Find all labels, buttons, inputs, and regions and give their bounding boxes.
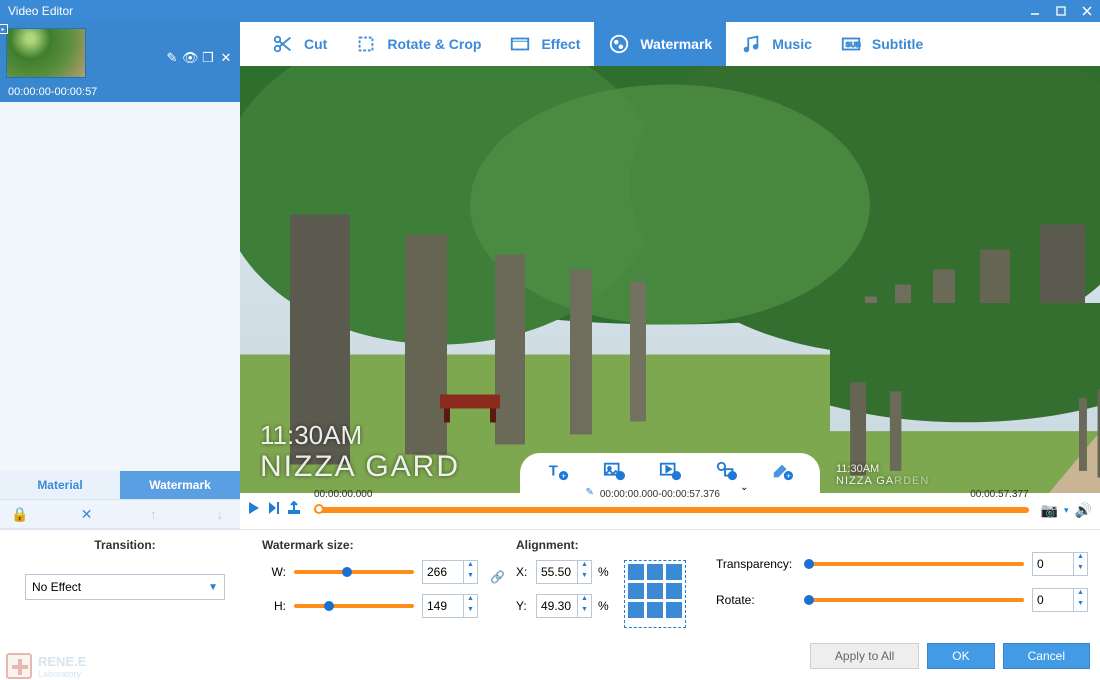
- svg-text:+: +: [618, 471, 623, 480]
- link-wh-icon[interactable]: 🔗: [490, 570, 505, 584]
- tool-tabs: Cut Rotate & Crop Effect Watermark Music…: [240, 22, 1100, 66]
- add-text-icon[interactable]: T+: [547, 460, 569, 487]
- x-input[interactable]: ▲▼: [536, 560, 592, 584]
- rotate-slider[interactable]: [804, 598, 1024, 602]
- svg-text:+: +: [786, 471, 791, 480]
- scissors-icon: [272, 33, 294, 55]
- clip-time: 00:00:00-00:00:57: [8, 86, 97, 98]
- time-start: 00:00:00.000: [314, 489, 372, 500]
- cancel-button[interactable]: Cancel: [1003, 643, 1090, 669]
- w-slider[interactable]: [294, 570, 414, 574]
- w-label: W:: [262, 565, 286, 579]
- timeline: 00:00:00.000 ✎ 00:00:00.000-00:00:57.376…: [240, 493, 1100, 529]
- minimize-button[interactable]: [1022, 0, 1048, 22]
- time-track[interactable]: 00:00:00.000 ✎ 00:00:00.000-00:00:57.376…: [314, 501, 1029, 519]
- add-remove-icon[interactable]: +: [771, 460, 793, 487]
- add-shape-icon[interactable]: +: [715, 460, 737, 487]
- time-range: 00:00:00.000-00:00:57.376: [600, 489, 720, 500]
- preview-icon[interactable]: 👁: [182, 50, 198, 66]
- form-area: Transition: No Effect ▼ Watermark size: …: [0, 529, 1100, 679]
- wm-line1: 11:30AM: [260, 421, 460, 450]
- volume-icon[interactable]: 🔊: [1075, 502, 1092, 519]
- left-panel: ▸ ✎ 👁 ❐ ✕ 00:00:00-00:00:57 Material Wat…: [0, 22, 240, 529]
- duplicate-icon[interactable]: ❐: [200, 50, 216, 66]
- clip-thumb: [6, 28, 86, 78]
- apply-all-button[interactable]: Apply to All: [810, 643, 919, 669]
- svg-text:+: +: [730, 471, 735, 480]
- watermark-preview[interactable]: 11:30AM NIZZA GARD: [260, 421, 460, 483]
- snapshot-chevron-icon[interactable]: ▾: [1064, 505, 1069, 516]
- tab-cut[interactable]: Cut: [258, 22, 341, 66]
- clip-item[interactable]: ▸ ✎ 👁 ❐ ✕ 00:00:00-00:00:57: [0, 22, 240, 102]
- lock-icon[interactable]: 🔒: [10, 506, 30, 523]
- transparency-label: Transparency:: [716, 557, 796, 571]
- svg-text:+: +: [561, 471, 566, 480]
- transparency-input[interactable]: ▲▼: [1032, 552, 1088, 576]
- playhead[interactable]: [314, 504, 324, 514]
- move-down-icon[interactable]: ↓: [210, 506, 230, 522]
- tab-rotate[interactable]: Rotate & Crop: [341, 22, 495, 66]
- left-tabs: Material Watermark: [0, 471, 240, 499]
- tab-music[interactable]: Music: [726, 22, 826, 66]
- w-input[interactable]: ▲▼: [422, 560, 478, 584]
- window-title: Video Editor: [8, 4, 73, 18]
- tab-watermark-side[interactable]: Watermark: [120, 471, 240, 499]
- transition-select[interactable]: No Effect ▼: [25, 574, 225, 600]
- tab-watermark[interactable]: Watermark: [594, 22, 726, 66]
- titlebar: Video Editor: [0, 0, 1100, 22]
- play-button[interactable]: [246, 500, 262, 521]
- tab-subtitle[interactable]: SUB Subtitle: [826, 22, 937, 66]
- transition-label: Transition:: [12, 538, 238, 552]
- wm-line2: NIZZA GARD: [260, 450, 460, 483]
- close-button[interactable]: [1074, 0, 1100, 22]
- edit-range-icon[interactable]: ✎: [586, 487, 594, 498]
- transparency-slider[interactable]: [804, 562, 1024, 566]
- move-up-icon[interactable]: ↑: [143, 506, 163, 522]
- button-bar: Apply to All OK Cancel: [810, 643, 1090, 669]
- brand-logo: RENE.ELaboratory: [6, 653, 86, 679]
- ok-button[interactable]: OK: [927, 643, 994, 669]
- play-hint-icon: ▸: [0, 24, 8, 34]
- export-icon[interactable]: [286, 500, 302, 521]
- size-label: Watermark size:: [262, 538, 478, 552]
- remove-icon[interactable]: ✕: [218, 50, 234, 66]
- maximize-button[interactable]: [1048, 0, 1074, 22]
- add-video-icon[interactable]: +: [659, 460, 681, 487]
- edit-icon[interactable]: ✎: [164, 50, 180, 66]
- collapse-chevron-icon[interactable]: ⌄: [740, 482, 748, 493]
- time-end: 00:00:57.377: [970, 489, 1028, 500]
- left-icon-row: 🔒 ✕ ↑ ↓: [0, 499, 240, 529]
- h-slider[interactable]: [294, 604, 414, 608]
- step-button[interactable]: [266, 500, 282, 521]
- svg-text:T: T: [549, 463, 558, 479]
- crop-icon: [355, 33, 377, 55]
- watermark-actions: T+ + + + +: [520, 453, 820, 493]
- align-label: Alignment:: [516, 538, 692, 552]
- tab-effect[interactable]: Effect: [495, 22, 594, 66]
- alignment-grid[interactable]: [624, 560, 686, 628]
- h-label: H:: [262, 599, 286, 613]
- transition-value: No Effect: [32, 580, 81, 594]
- rotate-input[interactable]: ▲▼: [1032, 588, 1088, 612]
- svg-text:+: +: [674, 471, 679, 480]
- subtitle-icon: SUB: [840, 33, 862, 55]
- chevron-down-icon: ▼: [208, 582, 218, 593]
- add-image-icon[interactable]: +: [603, 460, 625, 487]
- effect-icon: [509, 33, 531, 55]
- h-input[interactable]: ▲▼: [422, 594, 478, 618]
- music-icon: [740, 33, 762, 55]
- snapshot-icon[interactable]: 📷: [1041, 502, 1058, 519]
- tab-material[interactable]: Material: [0, 471, 120, 499]
- svg-text:SUB: SUB: [845, 40, 860, 49]
- preview-pip: 11:30AMNIZZA GARDEN: [830, 303, 1100, 493]
- logo-icon: [6, 653, 32, 679]
- clip-tools: ✎ 👁 ❐ ✕: [164, 50, 234, 66]
- delete-icon[interactable]: ✕: [77, 506, 97, 523]
- rotate-label: Rotate:: [716, 593, 796, 607]
- watermark-icon: [608, 33, 630, 55]
- y-input[interactable]: ▲▼: [536, 594, 592, 618]
- preview-area[interactable]: 11:30AM NIZZA GARD 11:30AMNIZZA GARDEN ⌄…: [240, 66, 1100, 493]
